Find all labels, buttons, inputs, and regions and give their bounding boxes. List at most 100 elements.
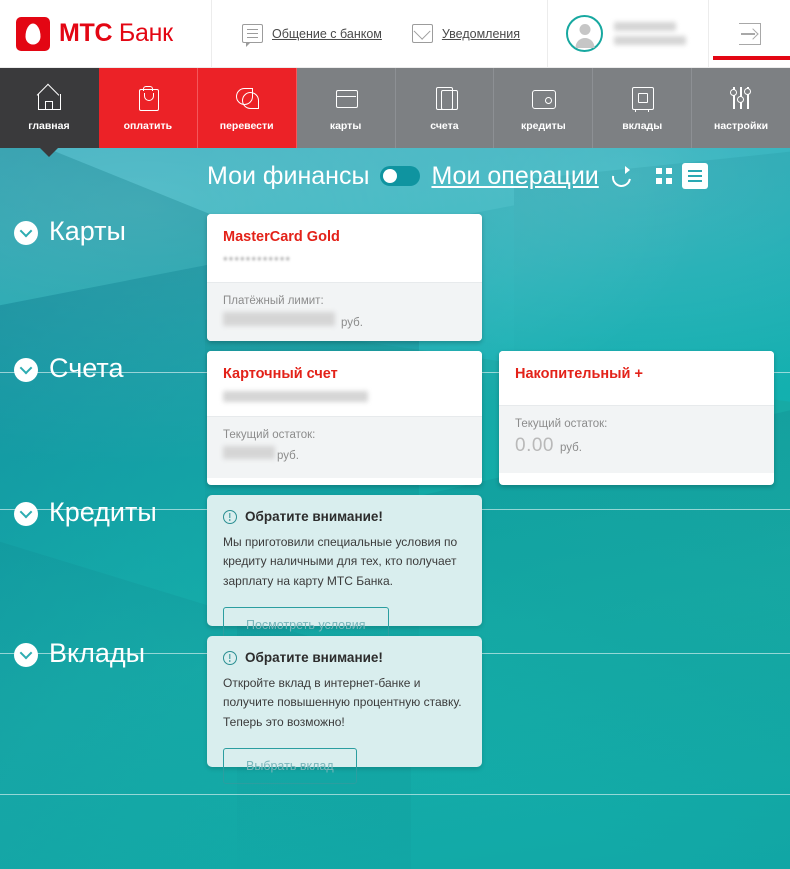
- grid-view-icon[interactable]: [651, 163, 677, 189]
- nav-label-home: главная: [28, 119, 70, 132]
- notice-text: Мы приготовили специальные условия по кр…: [223, 535, 458, 588]
- product-card-top: Карточный счет: [207, 351, 482, 416]
- safe-icon: [628, 85, 656, 112]
- section-cards: Карты MasterCard Gold ************ Платё…: [0, 204, 790, 341]
- section-credits: Кредиты Обратите внимание! Мы приготовил…: [0, 485, 790, 644]
- brand-logo-bank: Банк: [118, 19, 173, 47]
- nav-label-deposits: вклады: [622, 119, 663, 132]
- nav-item-deposits[interactable]: вклады: [593, 68, 693, 148]
- notice-header: Обратите внимание!: [223, 509, 466, 524]
- section-title-deposits: Вклады: [49, 638, 146, 668]
- chat-with-bank-link[interactable]: Общение с банком: [242, 24, 382, 47]
- nav-item-accounts[interactable]: счета: [395, 68, 495, 148]
- section-deposits: Вклады Обратите внимание! Откройте вклад…: [0, 626, 790, 785]
- redacted-bar: [614, 22, 676, 31]
- redacted-bar: [614, 36, 686, 45]
- section-title-cards: Карты: [49, 216, 126, 246]
- product-card-bottom: Текущий остаток: руб.: [207, 416, 482, 478]
- product-value-row: 0.00 руб.: [515, 435, 758, 457]
- list-view-icon[interactable]: [681, 163, 708, 189]
- brand-logo-mts: МТС: [59, 19, 113, 47]
- documents-icon: [430, 85, 459, 111]
- nav-item-pay[interactable]: оплатить: [98, 68, 198, 148]
- select-deposit-button[interactable]: Выбрать вклад: [223, 748, 357, 785]
- product-name: Карточный счет: [223, 366, 338, 382]
- product-value-row: руб.: [223, 446, 466, 462]
- home-icon: [35, 85, 63, 111]
- redacted-value: [223, 312, 335, 326]
- wallet-icon: [529, 85, 557, 111]
- section-header-credits[interactable]: Кредиты: [14, 485, 207, 626]
- nav-label-settings: настройки: [713, 119, 769, 132]
- product-card-bottom: Текущий остаток: 0.00 руб.: [499, 405, 774, 473]
- product-value-caption: Платёжный лимит:: [223, 295, 324, 307]
- brand-logo[interactable]: МТС Банк: [0, 0, 212, 68]
- logout-underline: [713, 55, 790, 60]
- nav-item-settings[interactable]: настройки: [692, 68, 790, 148]
- nav-label-pay: оплатить: [123, 119, 173, 132]
- chat-with-bank-label: Общение с банком: [272, 26, 382, 41]
- product-currency: руб.: [277, 450, 299, 462]
- nav-label-accounts: счета: [430, 119, 459, 132]
- product-card[interactable]: MasterCard Gold ************ Платёжный л…: [207, 214, 482, 341]
- nav-item-transfer[interactable]: перевести: [197, 68, 297, 148]
- top-header: МТС Банк Общение с банком Уведомления: [0, 0, 790, 68]
- bag-icon: [134, 85, 162, 111]
- redacted-account-number: [223, 391, 368, 402]
- refresh-icon[interactable]: [610, 165, 632, 187]
- chevron-down-icon[interactable]: [14, 221, 38, 245]
- nav-item-credits[interactable]: кредиты: [494, 68, 594, 148]
- section-header-accounts[interactable]: Счета: [14, 341, 207, 485]
- nav-label-transfer: перевести: [219, 119, 274, 132]
- product-name: Накопительный +: [515, 366, 643, 382]
- product-masked-number: ************: [223, 254, 292, 268]
- sliders-icon: [727, 85, 755, 111]
- product-currency: руб.: [559, 442, 582, 454]
- chevron-down-icon[interactable]: [14, 643, 38, 667]
- product-card-top: Накопительный +: [499, 351, 774, 405]
- mts-logo-icon: [16, 16, 50, 51]
- notice-card-credits: Обратите внимание! Мы приготовили специа…: [207, 495, 482, 644]
- transfer-icon: [233, 85, 261, 111]
- product-value-caption: Текущий остаток:: [515, 418, 608, 430]
- product-balance: 0.00: [515, 435, 554, 456]
- section-body-deposits: Обратите внимание! Откройте вклад в инте…: [207, 626, 790, 785]
- section-body-accounts: Карточный счет Текущий остаток: руб. Нак…: [207, 341, 790, 485]
- notice-card-deposits: Обратите внимание! Откройте вклад в инте…: [207, 636, 482, 785]
- brand-logo-text: МТС Банк: [59, 19, 173, 48]
- card-icon: [332, 85, 360, 111]
- section-title-accounts: Счета: [49, 353, 124, 383]
- section-title-credits: Кредиты: [49, 497, 157, 527]
- section-body-cards: MasterCard Gold ************ Платёжный л…: [207, 204, 790, 341]
- notifications-link[interactable]: Уведомления: [411, 24, 520, 43]
- product-card[interactable]: Карточный счет Текущий остаток: руб.: [207, 351, 482, 485]
- product-currency: руб.: [341, 317, 363, 329]
- section-header-deposits[interactable]: Вклады: [14, 626, 207, 767]
- chevron-down-icon[interactable]: [14, 358, 38, 382]
- info-icon: [223, 650, 237, 665]
- my-operations-link[interactable]: Мои операции: [431, 162, 598, 191]
- product-card[interactable]: Накопительный + Текущий остаток: 0.00 ру…: [499, 351, 774, 485]
- redacted-value: [223, 446, 275, 459]
- nav-label-cards: карты: [329, 119, 362, 132]
- mail-icon: [411, 24, 433, 43]
- product-value-row: руб.: [223, 312, 466, 329]
- section-header-cards[interactable]: Карты: [14, 204, 207, 341]
- section-body-credits: Обратите внимание! Мы приготовили специа…: [207, 485, 790, 644]
- chevron-down-icon[interactable]: [14, 502, 38, 526]
- nav-label-credits: кредиты: [520, 119, 566, 132]
- nav-item-home[interactable]: главная: [0, 68, 99, 148]
- notice-header: Обратите внимание!: [223, 650, 466, 665]
- product-name: MasterCard Gold: [223, 229, 340, 245]
- notice-title: Обратите внимание!: [245, 650, 383, 665]
- dashboard-stage: Мои финансы Мои операции Карты MasterCar…: [0, 148, 790, 869]
- nav-item-cards[interactable]: карты: [296, 68, 396, 148]
- finance-operations-toggle[interactable]: [380, 166, 421, 186]
- finance-toolbar: Мои финансы Мои операции: [0, 148, 790, 204]
- info-icon: [223, 509, 237, 524]
- logout-button[interactable]: [708, 0, 790, 68]
- main-navigation: главная оплатить перевести карты счета к…: [0, 68, 790, 148]
- product-card-top: MasterCard Gold ************: [207, 214, 482, 282]
- user-profile[interactable]: [547, 0, 708, 68]
- product-card-bottom: Платёжный лимит: руб.: [207, 282, 482, 341]
